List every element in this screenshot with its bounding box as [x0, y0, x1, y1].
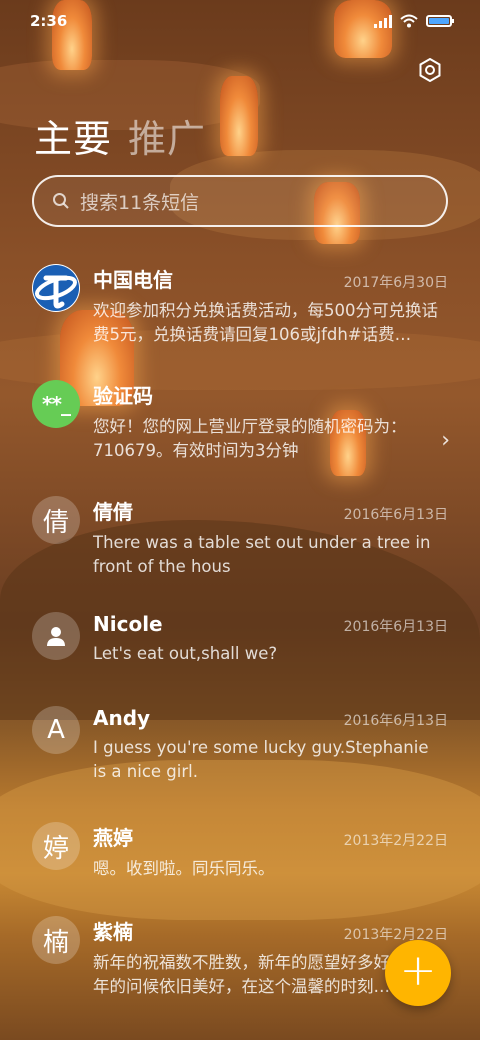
avatar: 楠 [32, 916, 80, 964]
status-time: 2:36 [30, 12, 68, 30]
chevron-right-icon[interactable]: › [441, 428, 450, 453]
status-bar: 2:36 [0, 0, 480, 42]
search-icon [53, 193, 69, 209]
message-date: 2013年2月22日 [343, 833, 448, 849]
message-date: 2016年6月13日 [343, 619, 448, 635]
conversation-item[interactable]: **_ 验证码 您好！您的网上营业厅登录的随机密码为：710679。有效时间为3… [0, 372, 480, 488]
tab-promotions[interactable]: 推广 [128, 108, 206, 163]
conversation-item[interactable]: 倩 倩倩 2016年6月13日 There was a table set ou… [0, 488, 480, 604]
verification-code-avatar: **_ [32, 380, 80, 428]
conversation-list: 中国电信 2017年6月30日 欢迎参加积分兑换话费活动，每500分可兑换话费5… [0, 256, 480, 1024]
battery-icon [426, 15, 454, 27]
avatar: A [32, 706, 80, 754]
contact-name: Andy [93, 706, 151, 730]
message-date: 2016年6月13日 [343, 507, 448, 523]
message-preview: I guess you're some lucky guy.Stephanie … [93, 738, 429, 781]
china-telecom-logo-icon [32, 264, 80, 312]
message-preview: Let's eat out,shall we? [93, 644, 278, 663]
message-date: 2017年6月30日 [343, 275, 448, 291]
conversation-item[interactable]: 婷 燕婷 2013年2月22日 嗯。收到啦。同乐同乐。 [0, 814, 480, 908]
new-message-button[interactable]: + [385, 940, 451, 1006]
conversation-item[interactable]: A Andy 2016年6月13日 I guess you're some lu… [0, 698, 480, 814]
contact-name: 中国电信 [93, 268, 173, 292]
avatar: 婷 [32, 822, 80, 870]
message-preview: There was a table set out under a tree i… [93, 533, 431, 576]
tab-bar: 主要 推广 [34, 108, 206, 163]
contact-name: 验证码 [93, 384, 153, 408]
avatar: 倩 [32, 496, 80, 544]
signal-icon [374, 14, 392, 28]
conversation-item[interactable]: 中国电信 2017年6月30日 欢迎参加积分兑换话费活动，每500分可兑换话费5… [0, 256, 480, 372]
tab-main[interactable]: 主要 [34, 108, 112, 163]
plus-icon: + [399, 945, 437, 996]
search-placeholder: 搜索11条短信 [80, 191, 200, 214]
message-preview: 您好！您的网上营业厅登录的随机密码为：710679。有效时间为3分钟 [93, 417, 407, 460]
message-date: 2013年2月22日 [343, 927, 448, 943]
person-icon [32, 612, 80, 660]
status-icons [374, 14, 454, 28]
gear-icon [419, 58, 441, 82]
contact-name: 紫楠 [93, 920, 133, 944]
contact-name: 倩倩 [93, 500, 133, 524]
search-input[interactable]: 搜索11条短信 [32, 175, 448, 227]
message-preview: 欢迎参加积分兑换话费活动，每500分可兑换话费5元，兑换话费请回复106或jfd… [93, 301, 438, 344]
conversation-item[interactable]: Nicole 2016年6月13日 Let's eat out,shall we… [0, 604, 480, 698]
wifi-icon [400, 14, 418, 28]
contact-name: 燕婷 [93, 826, 133, 850]
message-date: 2016年6月13日 [343, 713, 448, 729]
contact-name: Nicole [93, 612, 163, 636]
settings-button[interactable] [416, 56, 444, 84]
message-preview: 嗯。收到啦。同乐同乐。 [93, 859, 275, 878]
